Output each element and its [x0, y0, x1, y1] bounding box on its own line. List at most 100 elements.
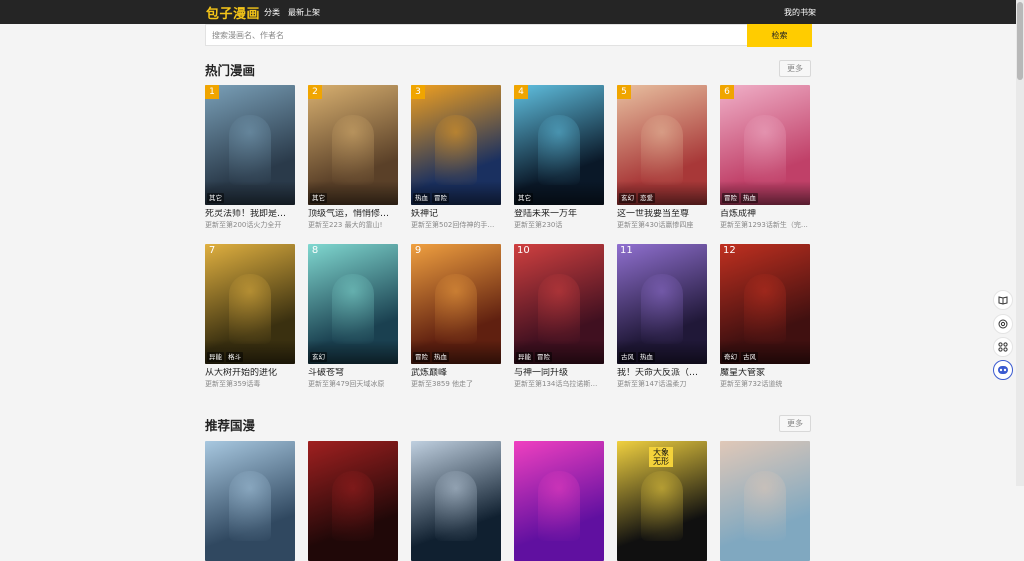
- rank-badge: 9: [414, 245, 422, 256]
- rank-badge: 3: [411, 85, 425, 99]
- comic-cover[interactable]: 2 其它: [308, 85, 398, 205]
- comic-card[interactable]: [720, 441, 810, 561]
- cover-figure: [538, 274, 580, 344]
- latest-chapter[interactable]: 更新至223 最大的靠山!: [308, 221, 398, 230]
- latest-chapter[interactable]: 更新至第230话: [514, 221, 604, 230]
- cover-figure: [435, 471, 477, 541]
- cover-figure: [229, 274, 271, 344]
- comic-card[interactable]: [205, 441, 295, 561]
- comic-card[interactable]: 4 其它登陆未来一万年 更新至第230话: [514, 85, 604, 230]
- comic-title[interactable]: 我！天命大反派（…: [617, 368, 707, 379]
- rank-badge: 8: [311, 245, 319, 256]
- comic-title[interactable]: 与神一同升级: [514, 368, 604, 379]
- comic-card[interactable]: 1 其它死灵法师！我即是… 更新至第200话火力全开: [205, 85, 295, 230]
- comic-card[interactable]: [411, 441, 501, 561]
- comic-card[interactable]: 8 玄幻斗破苍穹 更新至第479回天域冰原: [308, 244, 398, 389]
- latest-chapter[interactable]: 更新至第200话火力全开: [205, 221, 295, 230]
- search-bar: 检索: [205, 24, 812, 47]
- latest-chapter[interactable]: 更新至第147话温柔刀: [617, 380, 707, 389]
- comic-title[interactable]: 顶级气运，悄悄修…: [308, 209, 398, 220]
- comic-cover[interactable]: 10 异能 冒险: [514, 244, 604, 364]
- comic-title[interactable]: 武炼巅峰: [411, 368, 501, 379]
- comic-card[interactable]: 大象无形: [617, 441, 707, 561]
- comic-cover[interactable]: [205, 441, 295, 561]
- comic-cover[interactable]: 6 冒险 热血: [720, 85, 810, 205]
- cover-figure: [435, 115, 477, 185]
- target-icon[interactable]: [993, 314, 1013, 334]
- recommend-more-button[interactable]: 更多: [779, 415, 811, 432]
- nav-new-releases[interactable]: 最新上架: [288, 7, 320, 18]
- comic-cover[interactable]: 4 其它: [514, 85, 604, 205]
- comic-cover[interactable]: 7 异能 格斗: [205, 244, 295, 364]
- genre-tag: 古风: [741, 352, 758, 362]
- comic-title[interactable]: 死灵法师！我即是…: [205, 209, 295, 220]
- genre-tags: 玄幻: [310, 352, 327, 362]
- cover-figure: [229, 115, 271, 185]
- comic-card[interactable]: 6 冒险 热血百炼成神 更新至第1293话新生（完结…: [720, 85, 810, 230]
- rank-badge: 10: [517, 245, 530, 256]
- rank-badge: 4: [514, 85, 528, 99]
- genre-tag: 玄幻: [619, 193, 636, 203]
- scrollbar-thumb[interactable]: [1017, 2, 1023, 80]
- grid-icon[interactable]: [993, 337, 1013, 357]
- comic-cover[interactable]: [411, 441, 501, 561]
- comic-title[interactable]: 从大树开始的进化: [205, 368, 295, 379]
- comic-card[interactable]: 2 其它顶级气运，悄悄修… 更新至223 最大的靠山!: [308, 85, 398, 230]
- latest-chapter[interactable]: 更新至第479回天域冰原: [308, 380, 398, 389]
- latest-chapter[interactable]: 更新至第1293话新生（完结…: [720, 221, 810, 230]
- comic-cover[interactable]: 大象无形: [617, 441, 707, 561]
- comic-card[interactable]: 9 冒险 热血武炼巅峰 更新至3859 他走了: [411, 244, 501, 389]
- hot-more-button[interactable]: 更多: [779, 60, 811, 77]
- comic-cover[interactable]: 12 奇幻 古风: [720, 244, 810, 364]
- comic-card[interactable]: [308, 441, 398, 561]
- latest-chapter[interactable]: 更新至第502回侍神的手段…: [411, 221, 501, 230]
- comic-cover[interactable]: [514, 441, 604, 561]
- comic-cover[interactable]: 8 玄幻: [308, 244, 398, 364]
- genre-tags: 冒险 热血: [722, 193, 758, 203]
- comic-card[interactable]: 10 异能 冒险与神一同升级 更新至第134话乌拉诺斯之心: [514, 244, 604, 389]
- comic-card[interactable]: 5 玄幻 恋爱这一世我要当至尊 更新至第430话赢惨四座: [617, 85, 707, 230]
- nav-bookshelf[interactable]: 我的书架: [784, 7, 816, 18]
- genre-tag: 玄幻: [310, 352, 327, 362]
- recommend-section-title: 推荐国漫: [205, 418, 256, 433]
- comic-card[interactable]: 3 热血 冒险妖神记 更新至第502回侍神的手段…: [411, 85, 501, 230]
- genre-tags: 其它: [207, 193, 224, 203]
- chat-bot-icon[interactable]: [993, 360, 1013, 380]
- comic-cover[interactable]: 3 热血 冒险: [411, 85, 501, 205]
- book-icon[interactable]: [993, 290, 1013, 310]
- comic-title[interactable]: 这一世我要当至尊: [617, 209, 707, 220]
- latest-chapter[interactable]: 更新至第430话赢惨四座: [617, 221, 707, 230]
- search-button[interactable]: 检索: [747, 24, 812, 47]
- comic-title[interactable]: 妖神记: [411, 209, 501, 220]
- comic-title[interactable]: 百炼成神: [720, 209, 810, 220]
- search-input[interactable]: [206, 25, 747, 45]
- site-logo[interactable]: 包子漫画: [206, 3, 260, 22]
- latest-chapter[interactable]: 更新至3859 他走了: [411, 380, 501, 389]
- cover-figure: [229, 471, 271, 541]
- comic-cover[interactable]: 1 其它: [205, 85, 295, 205]
- latest-chapter[interactable]: 更新至第732话道统: [720, 380, 810, 389]
- comic-card[interactable]: 7 异能 格斗从大树开始的进化 更新至第359话毒: [205, 244, 295, 389]
- genre-tag: 冒险: [722, 193, 739, 203]
- comic-cover[interactable]: [720, 441, 810, 561]
- cover-figure: [744, 115, 786, 185]
- comic-cover[interactable]: [308, 441, 398, 561]
- latest-chapter[interactable]: 更新至第134话乌拉诺斯之心: [514, 380, 604, 389]
- comic-card[interactable]: 11 古风 热血我！天命大反派（… 更新至第147话温柔刀: [617, 244, 707, 389]
- comic-title[interactable]: 斗破苍穹: [308, 368, 398, 379]
- comic-cover[interactable]: 11 古风 热血: [617, 244, 707, 364]
- hot-section-title: 热门漫画: [205, 63, 256, 78]
- comic-title[interactable]: 魔皇大管家: [720, 368, 810, 379]
- comic-cover[interactable]: 5 玄幻 恋爱: [617, 85, 707, 205]
- genre-tags: 其它: [310, 193, 327, 203]
- comic-cover[interactable]: 9 冒险 热血: [411, 244, 501, 364]
- genre-tags: 异能 格斗: [207, 352, 243, 362]
- comic-title[interactable]: 登陆未来一万年: [514, 209, 604, 220]
- comic-card[interactable]: [514, 441, 604, 561]
- nav-category[interactable]: 分类: [264, 7, 280, 18]
- latest-chapter[interactable]: 更新至第359话毒: [205, 380, 295, 389]
- comic-card[interactable]: 12 奇幻 古风魔皇大管家 更新至第732话道统: [720, 244, 810, 389]
- rank-badge: 7: [208, 245, 216, 256]
- scrollbar[interactable]: [1016, 0, 1024, 486]
- cover-figure: [641, 274, 683, 344]
